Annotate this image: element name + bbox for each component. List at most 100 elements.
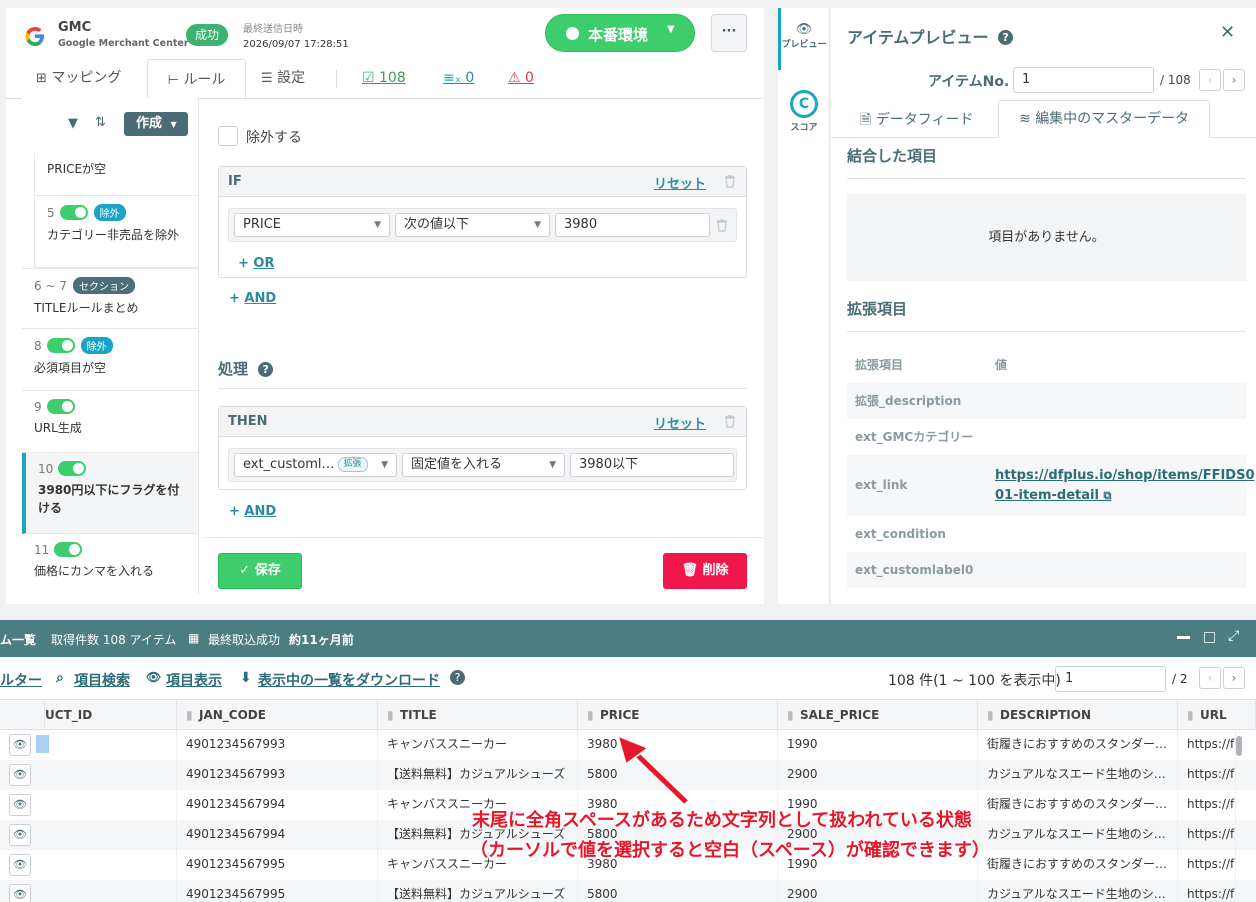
more-button[interactable]: ··· <box>711 14 747 52</box>
table-cell[interactable]: https://fo <box>1178 790 1236 820</box>
then-value-input[interactable]: 3980以下 <box>570 453 734 477</box>
rule-toggle[interactable] <box>59 205 88 220</box>
row-preview-button[interactable]: 👁 <box>9 764 31 786</box>
row-preview-button[interactable]: 👁 <box>9 824 31 846</box>
then-field-select[interactable]: ext_customl… 拡張 ▼ <box>234 453 397 477</box>
maximize-icon[interactable] <box>1204 632 1215 643</box>
table-cell[interactable]: 2900 <box>778 880 978 902</box>
prev-item-button[interactable]: ‹ <box>1199 69 1221 91</box>
then-reset-link[interactable]: リセット <box>654 413 706 432</box>
row-preview-button[interactable]: 👁 <box>9 854 31 876</box>
expand-icon[interactable]: ⤢ <box>1228 628 1239 644</box>
add-or-button[interactable]: + OR <box>238 256 274 271</box>
page-input[interactable]: 1 <box>1055 666 1166 692</box>
table-cell[interactable]: https://fo <box>1178 760 1236 790</box>
grid-header[interactable]: ▮ TITLE <box>378 700 578 730</box>
table-cell[interactable]: 4901234567995 <box>177 880 378 902</box>
table-cell[interactable]: 1990 <box>778 730 978 760</box>
table-cell[interactable]: 4901234567993 <box>177 730 378 760</box>
next-item-button[interactable]: › <box>1223 69 1245 91</box>
trash-icon[interactable] <box>724 175 736 192</box>
table-cell[interactable]: 【送料無料】カジュアルシューズ <box>378 880 578 902</box>
help-icon[interactable]: ? <box>450 670 465 685</box>
tab-data-feed[interactable]: 🗎 データフィード <box>852 104 981 136</box>
warning-count-link[interactable]: ⚠ 0 <box>508 58 534 98</box>
rule-toggle[interactable] <box>46 338 75 353</box>
table-cell[interactable]: https://fo <box>1178 730 1236 760</box>
table-cell[interactable]: 4901234567995 <box>177 850 378 880</box>
rule-toggle[interactable] <box>54 542 83 557</box>
rule-item-11[interactable]: 11 価格にカンマを入れる <box>22 534 198 594</box>
rule-item-8[interactable]: 8 除外 必須項目が空 <box>22 329 198 391</box>
next-page-button[interactable]: › <box>1223 667 1245 689</box>
item-display-link[interactable]: 項目表示 <box>166 670 222 690</box>
table-cell[interactable]: 街履きにおすすめのスタンダー… <box>978 850 1178 880</box>
tab-rules[interactable]: ⊢ ルール <box>147 59 246 99</box>
trash-icon[interactable] <box>716 219 728 236</box>
exclude-checkbox[interactable] <box>218 126 238 146</box>
rule-toggle[interactable] <box>58 461 87 476</box>
table-cell[interactable]: 街履きにおすすめのスタンダー… <box>978 730 1178 760</box>
table-cell[interactable] <box>45 850 177 880</box>
create-button[interactable]: 作成 ▼ <box>124 112 188 136</box>
grid-header[interactable]: UCT_ID <box>45 700 177 730</box>
table-cell[interactable]: 5800 <box>578 880 778 902</box>
table-cell[interactable] <box>45 790 177 820</box>
preview-side-button[interactable]: 👁 プレビュー <box>778 22 830 50</box>
table-cell[interactable]: カジュアルなスエード生地のシ… <box>978 820 1178 850</box>
table-cell[interactable]: 4901234567993 <box>177 760 378 790</box>
help-icon[interactable]: ? <box>998 30 1014 45</box>
add-and-button[interactable]: + AND <box>229 504 276 519</box>
table-cell[interactable]: https://fo <box>1178 880 1236 902</box>
if-field-select[interactable]: PRICE ▼ <box>234 213 390 237</box>
prev-page-button[interactable]: ‹ <box>1199 667 1221 689</box>
table-cell[interactable]: 街履きにおすすめのスタンダー… <box>978 790 1178 820</box>
row-preview-button[interactable]: 👁 <box>9 734 31 756</box>
rule-item-6-7[interactable]: 6 ~ 7 セクション TITLEルールまとめ <box>22 268 198 329</box>
save-button[interactable]: ✓ 保存 <box>218 553 302 589</box>
if-value-input[interactable]: 3980 <box>555 213 710 237</box>
table-cell[interactable]: カジュアルなスエード生地のシ… <box>978 760 1178 790</box>
item-search-link[interactable]: 項目検索 <box>74 670 130 690</box>
help-icon[interactable]: ? <box>258 362 274 377</box>
add-and-button[interactable]: + AND <box>229 291 276 306</box>
grid-header[interactable]: ▮ DESCRIPTION <box>978 700 1178 730</box>
error-count-link[interactable]: ≡ₓ 0 <box>443 58 474 98</box>
table-cell[interactable]: https://fo <box>1178 820 1236 850</box>
rule-item-10[interactable]: 10 3980円以下にフラグを付ける <box>22 453 198 534</box>
delete-button[interactable]: 🗑 削除 <box>663 553 747 589</box>
tab-settings[interactable]: ☰ 設定 <box>261 58 305 98</box>
download-link[interactable]: 表示中の一覧をダウンロード <box>258 670 440 690</box>
rule-item-5[interactable]: 5 除外 カテゴリー非売品を除外 <box>34 196 198 268</box>
row-preview-button[interactable]: 👁 <box>9 794 31 816</box>
table-cell[interactable]: 2900 <box>778 760 978 790</box>
if-operator-select[interactable]: 次の値以下 ▼ <box>395 213 550 237</box>
ext-link-value[interactable]: https://dfplus.io/shop/items/FFIDS0 01-i… <box>995 466 1255 506</box>
grid-header[interactable]: ▮ JAN_CODE <box>177 700 378 730</box>
grid-header[interactable]: ▮ PRICE <box>578 700 778 730</box>
filter-icon[interactable]: ▼ <box>68 116 78 131</box>
tab-mapping[interactable]: ⊞ マッピング <box>36 58 121 98</box>
row-preview-button[interactable]: 👁 <box>9 884 31 902</box>
rule-toggle[interactable] <box>46 399 75 414</box>
close-icon[interactable]: ✕ <box>1220 22 1235 43</box>
table-cell[interactable] <box>45 880 177 902</box>
grid-header[interactable]: ▮ SALE_PRICE <box>778 700 978 730</box>
sort-icon[interactable]: ⇅ <box>95 115 106 130</box>
grid-header[interactable]: ▮ URL <box>1178 700 1256 730</box>
table-cell[interactable]: 4901234567994 <box>177 820 378 850</box>
tab-master-data[interactable]: ≋ 編集中のマスターデータ <box>998 100 1210 138</box>
table-cell[interactable] <box>45 730 177 760</box>
table-cell[interactable]: https://fo <box>1178 850 1236 880</box>
valid-count-link[interactable]: ☑ 108 <box>362 58 406 98</box>
score-side-button[interactable]: C スコア <box>778 90 830 133</box>
table-cell[interactable]: 4901234567994 <box>177 790 378 820</box>
table-cell[interactable]: キャンバススニーカー <box>378 730 578 760</box>
item-no-input[interactable]: 1 <box>1013 67 1154 93</box>
if-reset-link[interactable]: リセット <box>654 173 706 192</box>
environment-button[interactable]: 本番環境 ▼ <box>545 14 695 52</box>
minimize-icon[interactable] <box>1177 636 1190 639</box>
then-operator-select[interactable]: 固定値を入れる ▼ <box>402 453 565 477</box>
table-cell[interactable]: 【送料無料】カジュアルシューズ <box>378 760 578 790</box>
rule-item-9[interactable]: 9 URL生成 <box>22 391 198 453</box>
